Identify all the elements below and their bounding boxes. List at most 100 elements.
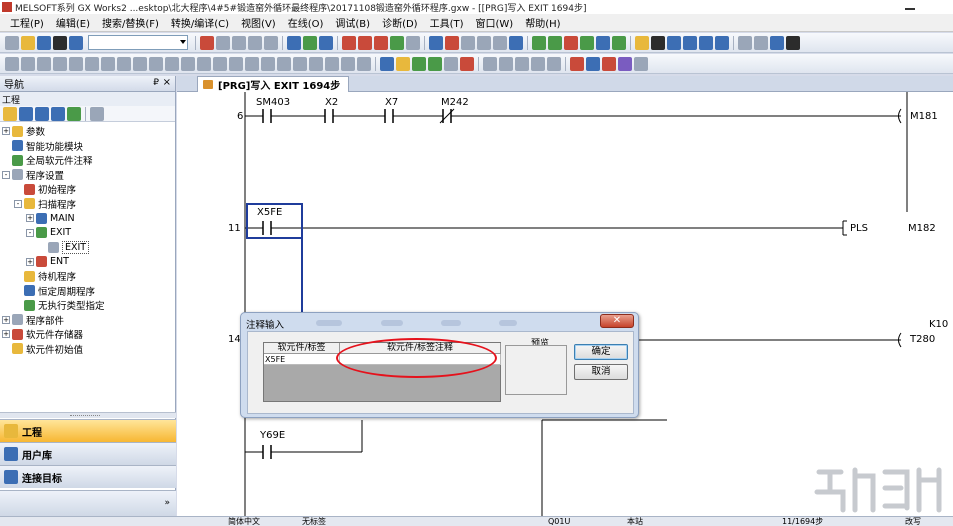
block-copy-icon[interactable]	[499, 56, 513, 71]
read-mode-icon[interactable]	[309, 56, 323, 71]
device-comment-icon[interactable]	[444, 56, 458, 71]
note-edit-icon[interactable]	[428, 56, 442, 71]
properties-icon[interactable]	[19, 106, 33, 121]
device-label[interactable]: SM403	[256, 97, 290, 108]
nav-button-user-library[interactable]: 用户库	[0, 442, 176, 465]
device-label[interactable]: Y69E	[260, 430, 285, 441]
block-icon[interactable]	[483, 56, 497, 71]
tree-item[interactable]: - 扫描程序	[0, 197, 175, 212]
expand-icon[interactable]	[51, 106, 65, 121]
tree-item[interactable]: + ENT	[0, 255, 175, 270]
menu-find-replace[interactable]: 搜索/替换(F)	[96, 15, 165, 30]
open-icon[interactable]	[21, 35, 35, 50]
verify-icon[interactable]	[319, 35, 333, 50]
parallel-open-contact-icon[interactable]	[21, 56, 35, 71]
statement-edit-icon[interactable]	[412, 56, 426, 71]
invert-icon[interactable]	[229, 56, 243, 71]
coil-icon[interactable]	[69, 56, 83, 71]
write-mode-icon[interactable]	[293, 56, 307, 71]
menu-diagnostics[interactable]: 诊断(D)	[376, 15, 424, 30]
bookmark-icon[interactable]	[602, 56, 616, 71]
ladder-convert-all-icon[interactable]	[548, 35, 562, 50]
new-icon[interactable]	[5, 35, 19, 50]
delete-vertical-icon[interactable]	[149, 56, 163, 71]
parallel-rising-icon[interactable]	[197, 56, 211, 71]
tab-exit-program[interactable]: [PRG]写入 EXIT 1694步	[197, 76, 350, 92]
coil-label[interactable]: T280	[910, 334, 935, 345]
open-contact-icon[interactable]	[5, 56, 19, 71]
instruction-label[interactable]: PLS	[850, 223, 868, 234]
device-write-icon[interactable]	[303, 35, 317, 50]
parallel-falling-icon[interactable]	[213, 56, 227, 71]
save-icon[interactable]	[37, 35, 51, 50]
nav-splitter[interactable]	[0, 412, 176, 418]
ladder-mode-icon[interactable]	[380, 56, 394, 71]
expander-icon[interactable]: +	[26, 214, 34, 223]
step-icon[interactable]	[612, 35, 626, 50]
device-label[interactable]: X5FE	[257, 207, 282, 218]
collapse-icon[interactable]	[35, 106, 49, 121]
register-icon[interactable]	[477, 35, 491, 50]
comment-display-icon[interactable]	[635, 35, 649, 50]
menu-debug[interactable]: 调试(B)	[329, 15, 376, 30]
comment-cell[interactable]	[340, 354, 501, 365]
menu-edit[interactable]: 编辑(E)	[50, 15, 96, 30]
cancel-button[interactable]: 取消	[574, 364, 628, 380]
coil-label[interactable]: M181	[910, 111, 938, 122]
fb-icon[interactable]	[341, 56, 355, 71]
cut-icon[interactable]	[200, 35, 214, 50]
tree-item[interactable]: 无执行类型指定	[0, 298, 175, 313]
device-label[interactable]: X7	[385, 97, 398, 108]
tree-item[interactable]: + 参数	[0, 124, 175, 139]
toolbar-combo[interactable]	[88, 35, 188, 50]
tree-item[interactable]: 软元件初始值	[0, 342, 175, 357]
rising-pulse-icon[interactable]	[165, 56, 179, 71]
find-instruction-icon[interactable]	[358, 35, 372, 50]
zoom-icon[interactable]	[738, 35, 752, 50]
device-cell[interactable]: X5FE	[264, 354, 340, 365]
dialog-close-button[interactable]: ✕	[600, 314, 634, 328]
tree-item[interactable]: + MAIN	[0, 211, 175, 226]
comment-edit-icon[interactable]	[396, 56, 410, 71]
more-options-icon[interactable]: »	[164, 498, 170, 508]
refresh-icon[interactable]	[67, 106, 81, 121]
device-display-icon[interactable]	[683, 35, 697, 50]
context-help-icon[interactable]	[770, 35, 784, 50]
expander-icon[interactable]: +	[2, 315, 10, 324]
multi-select-icon[interactable]	[586, 56, 600, 71]
dividing-icon[interactable]	[357, 56, 371, 71]
operand-label[interactable]: M182	[908, 223, 936, 234]
print-icon[interactable]	[53, 35, 67, 50]
tree-item[interactable]: 初始程序	[0, 182, 175, 197]
constant-label[interactable]: K10	[929, 319, 948, 330]
simulate-icon[interactable]	[596, 35, 610, 50]
new-item-icon[interactable]	[3, 106, 17, 121]
menu-convert[interactable]: 转换/编译(C)	[165, 15, 235, 30]
tree-item[interactable]: - 程序设置	[0, 168, 175, 183]
online-change-icon[interactable]	[580, 35, 594, 50]
pin-icon[interactable]: ₽	[153, 78, 159, 88]
block-paste-icon[interactable]	[515, 56, 529, 71]
pulse-convert-icon[interactable]	[245, 56, 259, 71]
nav-button-project[interactable]: 工程	[0, 419, 176, 442]
statement-icon[interactable]	[651, 35, 665, 50]
menu-help[interactable]: 帮助(H)	[519, 15, 566, 30]
note-icon[interactable]	[667, 35, 681, 50]
tree-item[interactable]: 智能功能模块	[0, 139, 175, 154]
highlight-icon[interactable]	[570, 56, 584, 71]
device-label[interactable]: X2	[325, 97, 338, 108]
help-icon[interactable]	[69, 35, 83, 50]
falling-pulse-icon[interactable]	[181, 56, 195, 71]
expander-icon[interactable]: +	[2, 127, 10, 136]
device-label[interactable]: M242	[441, 97, 469, 108]
redo-icon[interactable]	[264, 35, 278, 50]
menu-view[interactable]: 视图(V)	[235, 15, 282, 30]
delete-line-icon[interactable]	[133, 56, 147, 71]
menu-project[interactable]: 工程(P)	[4, 15, 50, 30]
tree-item[interactable]: 恒定周期程序	[0, 284, 175, 299]
watch-icon[interactable]	[461, 35, 475, 50]
replace-icon[interactable]	[374, 35, 388, 50]
list-icon[interactable]	[406, 35, 420, 50]
menu-online[interactable]: 在线(O)	[282, 15, 330, 30]
horizontal-line-icon[interactable]	[101, 56, 115, 71]
